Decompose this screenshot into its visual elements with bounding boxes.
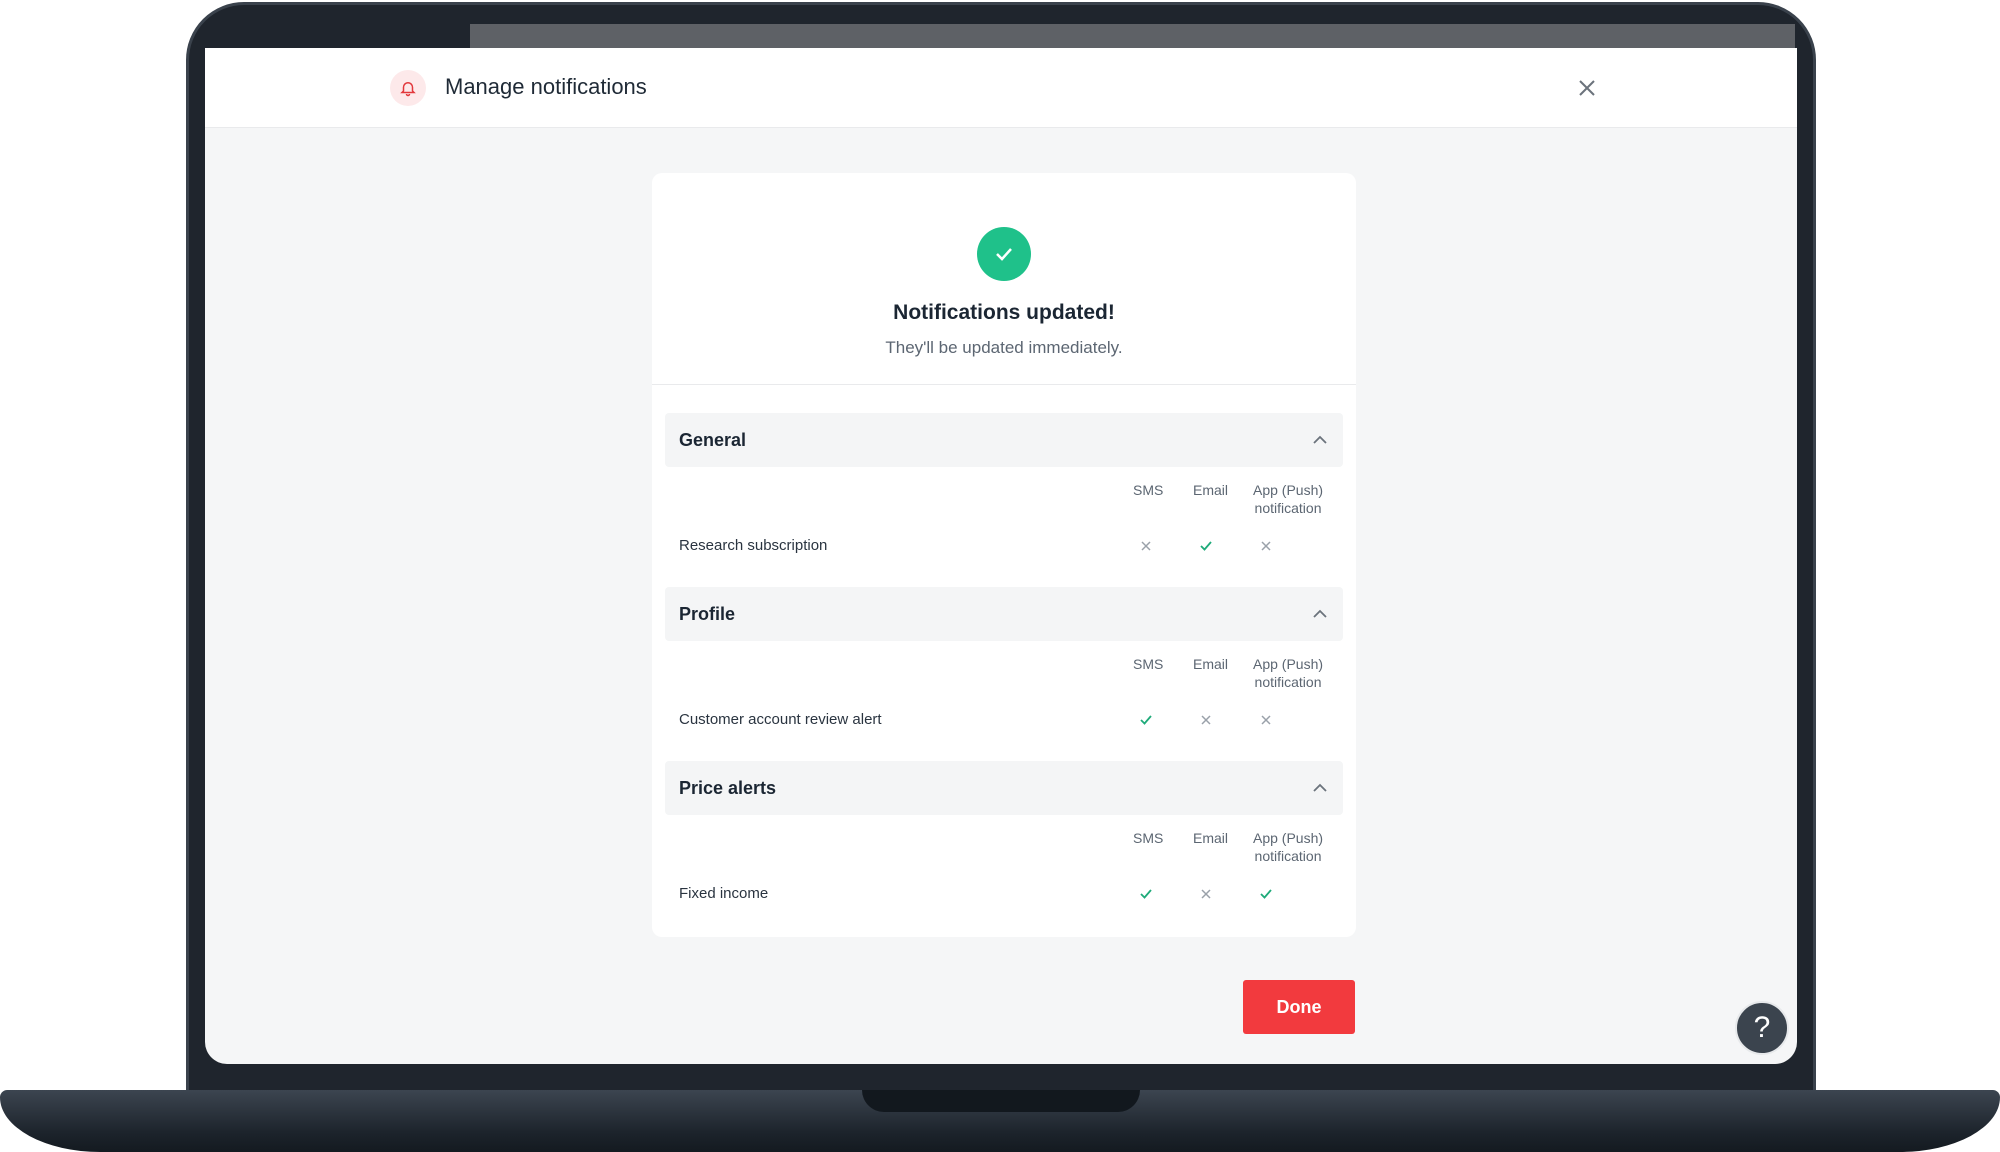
table-row: Fixed income [665,877,1343,915]
check-icon[interactable] [1257,885,1275,903]
done-button[interactable]: Done [1243,980,1355,1034]
column-headers: SMS Email App (Push) notification [665,467,1343,529]
close-icon [1579,80,1595,96]
cross-icon[interactable] [1257,537,1275,555]
section-price-alerts: Price alerts SMS Email App (Push) notific… [665,761,1343,915]
row-label: Research subscription [679,537,828,554]
success-banner: Notifications updated! They'll be update… [652,173,1356,385]
col-sms: SMS [1133,830,1164,846]
success-subtitle: They'll be updated immediately. [885,338,1123,357]
section-title: Profile [679,603,736,624]
col-sms: SMS [1133,656,1164,672]
cross-icon[interactable] [1197,885,1215,903]
bell-icon [390,70,426,106]
help-button[interactable]: ? [1735,1001,1789,1055]
cross-icon[interactable] [1137,537,1155,555]
table-row: Customer account review alert [665,703,1343,741]
app-screen: Manage notifications Notifications updat… [205,48,1797,1064]
laptop-mockup: Manage notifications Notifications updat… [0,0,2000,1152]
cross-icon[interactable] [1197,711,1215,729]
laptop-notch [862,1090,1140,1112]
close-button[interactable] [1575,76,1599,100]
col-email: Email [1193,482,1229,498]
col-email: Email [1193,656,1229,672]
column-headers: SMS Email App (Push) notification [665,815,1343,877]
success-title: Notifications updated! [893,301,1115,324]
col-push: App (Push) notification [1253,830,1324,864]
section-general: General SMS Email App (Push) notification… [665,413,1343,567]
chevron-up-icon[interactable] [1311,779,1329,797]
col-email: Email [1193,830,1229,846]
chevron-up-icon[interactable] [1311,605,1329,623]
column-headers: SMS Email App (Push) notification [665,641,1343,703]
success-check-icon [977,227,1031,281]
section-title: Price alerts [679,777,777,798]
notifications-card: Notifications updated! They'll be update… [652,173,1356,937]
col-push: App (Push) notification [1253,656,1324,690]
table-row: Research subscription [665,529,1343,567]
section-header-price-alerts[interactable]: Price alerts [665,761,1343,815]
row-label: Fixed income [679,885,769,902]
section-header-general[interactable]: General [665,413,1343,467]
check-icon[interactable] [1137,711,1155,729]
chevron-up-icon[interactable] [1311,431,1329,449]
cross-icon[interactable] [1257,711,1275,729]
section-profile: Profile SMS Email App (Push) notification… [665,587,1343,741]
check-icon[interactable] [1137,885,1155,903]
modal-header: Manage notifications [205,48,1797,128]
col-sms: SMS [1133,482,1164,498]
section-header-profile[interactable]: Profile [665,587,1343,641]
page-title: Manage notifications [445,74,647,99]
section-title: General [679,429,747,450]
col-push: App (Push) notification [1253,482,1324,516]
row-label: Customer account review alert [679,711,882,728]
check-icon[interactable] [1197,537,1215,555]
